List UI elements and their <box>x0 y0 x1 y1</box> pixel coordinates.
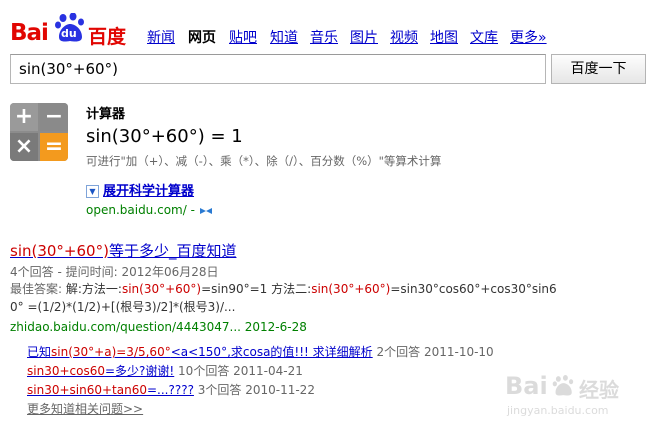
result-meta: 4个回答 - 提问时间: 2012年06月28日 <box>10 265 219 279</box>
result-title-highlight: sin(30°+60°) <box>10 242 109 260</box>
nav-web[interactable]: 网页 <box>188 27 216 47</box>
related-info: 10个回答 2011-04-21 <box>174 364 303 378</box>
related-post: <a<150°,求cosa的值!!! 求详细解析 <box>170 345 373 359</box>
nav-map[interactable]: 地图 <box>430 27 458 47</box>
calc-key-times: × <box>10 133 38 161</box>
watermark-brand: Bai <box>505 372 548 400</box>
search-input[interactable]: sin(30°+60°) <box>10 54 546 84</box>
calculator-source-url: open.baidu.com/ - <box>86 203 213 217</box>
related-question-link[interactable]: 已知sin(30°+a)=3/5,60°<a<150°,求cosa的值!!! 求… <box>27 345 373 359</box>
nav-music[interactable]: 音乐 <box>310 27 338 47</box>
related-question-link[interactable]: sin30+sin60+tan60=...???? <box>27 383 194 397</box>
nav-more[interactable]: 更多» <box>510 27 547 47</box>
nav-tieba[interactable]: 贴吧 <box>229 27 257 47</box>
calc-key-equals: = <box>40 133 68 161</box>
more-related-questions-link[interactable]: 更多知道相关问题>> <box>27 400 143 417</box>
baidu-logo[interactable]: Bai du 百度 <box>10 10 130 48</box>
result-url: zhidao.baidu.com/question/4443047... 201… <box>10 320 307 334</box>
search-button[interactable]: 百度一下 <box>551 54 646 84</box>
expand-arrow-icon: ▼ <box>86 185 99 198</box>
logo-text-du: du <box>61 27 77 40</box>
calculator-title: 计算器 <box>86 107 126 122</box>
related-hl: sin30+cos60 <box>27 364 105 378</box>
baidu-jingyan-watermark: Bai 经验 jingyan.baidu.com <box>505 372 645 422</box>
nav-zhidao[interactable]: 知道 <box>270 27 298 47</box>
answer-seg-e: =sin30°cos60°+cos30°sin6 <box>390 282 557 296</box>
result-title-rest: 等于多少_百度知道 <box>108 242 237 260</box>
result-title-link[interactable]: sin(30°+60°)等于多少_百度知道 <box>10 240 236 261</box>
calculator-tip: 可进行"加（+）、减（-）、乘（*）、除（/）、百分数（%）"等算术计算 <box>86 154 442 168</box>
related-question: 已知sin(30°+a)=3/5,60°<a<150°,求cosa的值!!! 求… <box>27 343 494 360</box>
expand-label: 展开科学计算器 <box>103 184 195 199</box>
watermark-cn: 经验 <box>579 378 619 402</box>
calculator-result: sin(30°+60°) = 1 <box>86 126 243 147</box>
calculator-url-text: open.baidu.com/ - <box>86 203 195 217</box>
related-pre: 已知 <box>27 345 52 359</box>
result-answer-line1: 最佳答案: 解:方法一:sin(30°+60°)=sin90°=1 方法二:si… <box>10 280 557 297</box>
answer-seg-c: =sin90°=1 方法二: <box>201 282 312 296</box>
related-hl: sin(30°+a)=3/5,60° <box>51 345 171 359</box>
related-info: 3个回答 2010-11-22 <box>193 383 315 397</box>
related-question: sin30+sin60+tan60=...???? 3个回答 2010-11-2… <box>27 381 315 398</box>
nav-images[interactable]: 图片 <box>350 27 378 47</box>
calc-key-minus: − <box>40 103 68 131</box>
related-post: =...???? <box>146 383 194 397</box>
watermark-url: jingyan.baidu.com <box>507 404 609 417</box>
calculator-icon: + − × = <box>10 103 68 161</box>
nav-news[interactable]: 新闻 <box>147 27 175 47</box>
expand-scientific-calculator-link[interactable]: ▼ 展开科学计算器 <box>86 180 194 199</box>
related-question: sin30+cos60=多少?谢谢! 10个回答 2011-04-21 <box>27 362 303 379</box>
nav-video[interactable]: 视频 <box>390 27 418 47</box>
related-post: =多少?谢谢! <box>104 364 175 378</box>
logo-text-cn: 百度 <box>88 26 127 48</box>
related-question-link[interactable]: sin30+cos60=多少?谢谢! <box>27 364 174 378</box>
related-info: 2个回答 2011-10-10 <box>372 345 494 359</box>
related-hl: sin30+sin60+tan60 <box>27 383 147 397</box>
result-answer-line2: 0° =(1/2)*(1/2)+[(根号3)/2]*(根号3)/... <box>10 300 236 314</box>
calc-key-plus: + <box>10 103 38 131</box>
logo-text-bai: Bai <box>10 20 49 46</box>
bowtie-icon[interactable] <box>199 207 213 215</box>
answer-seg-a: 解:方法一: <box>65 282 122 296</box>
watermark-paw-icon <box>552 375 574 396</box>
nav-wenku[interactable]: 文库 <box>470 27 498 47</box>
answer-seg-d: sin(30°+60°) <box>311 282 391 296</box>
answer-seg-b: sin(30°+60°) <box>121 282 202 296</box>
answer-label: 最佳答案: <box>10 282 66 296</box>
